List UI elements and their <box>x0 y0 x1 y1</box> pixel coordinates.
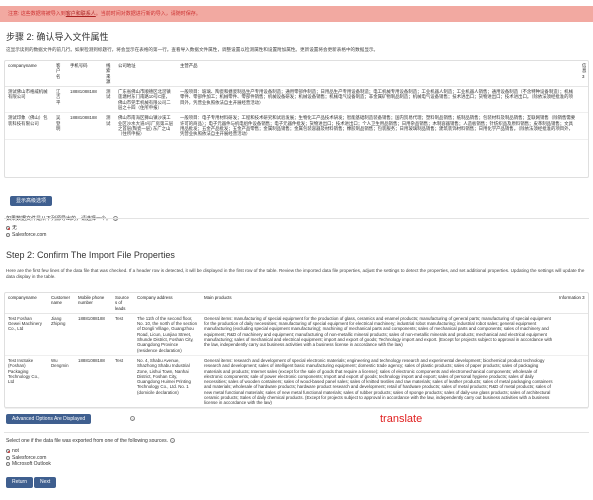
table-cell: 测试佛山市格威机械有限公司 <box>5 86 53 114</box>
radio-icon[interactable] <box>6 232 10 237</box>
radio-icon[interactable] <box>6 455 10 460</box>
table-cell: 佛山市南海区狮山镇沙溪工业区沙水大道4号厂房第三层之首层(陶瓷一层) 东广之山（… <box>115 112 177 140</box>
table-cell: Test <box>112 355 134 409</box>
table-cell: General items: manufacturing of special … <box>201 313 556 356</box>
column-header: companyname <box>5 61 53 88</box>
preview-table-en: companyname Customer name Mobile phone n… <box>4 292 589 409</box>
source-question-text: 如果数据文件是从下列源导出的，请选择一个。 <box>6 216 112 222</box>
step-title-en: Step 2: Confirm The Import File Properti… <box>6 250 175 260</box>
table-cell: 吴登明 <box>53 112 67 140</box>
table-cell: Test <box>112 313 134 356</box>
table-row: Test Foshan Gewei Machinery Co., Ltd Jia… <box>5 313 588 356</box>
table-cell: 18881088188 <box>75 355 112 409</box>
help-icon[interactable]: ? <box>130 416 135 422</box>
translate-annotation: translate <box>380 413 423 425</box>
section-divider <box>4 432 589 433</box>
table-cell: No. 4, Shabu Avenue, Shazhong Shabu Indu… <box>134 355 201 409</box>
section-divider <box>4 218 589 219</box>
table-cell: Jiang Zhiping <box>48 313 75 356</box>
table-cell: General items: research and development … <box>201 355 556 409</box>
warning-text-after: 。当前时间对数据进行新的导入，请随时保存。 <box>95 11 201 17</box>
column-header: companyname <box>5 293 48 314</box>
show-advanced-options-button-cn[interactable]: 显示高级选项 <box>10 196 53 206</box>
table-cell: 测试印象（佛山）包装科技有限公司 <box>5 112 53 140</box>
step-title-cn: 步骤 2: 确认导入文件属性 <box>6 32 109 42</box>
column-header: 公司地址 <box>115 61 177 88</box>
step-description-en: Here are the first few lines of the data… <box>6 268 585 279</box>
source-options-cn: 无 Salesforce.com <box>6 225 46 238</box>
column-header: 线索来源 <box>103 61 115 88</box>
column-header: Customer name <box>48 293 75 314</box>
table-cell: 18881088188 <box>75 313 112 356</box>
table-cell <box>556 355 588 409</box>
table-cell: 一般项目：电子专用材料研发；工程和技术研究和试验发展；生物化工产品技术研发；智能… <box>177 112 579 140</box>
next-button[interactable]: Next <box>34 477 57 488</box>
column-header: 信息3 <box>579 61 588 88</box>
radio-selected-icon[interactable] <box>6 226 10 231</box>
table-cell: 18881088188 <box>67 112 103 140</box>
source-option-salesforce[interactable]: Salesforce.com <box>6 232 46 239</box>
source-options-en: not Salesforce.com Microsoft Outlook <box>6 448 51 468</box>
help-icon[interactable]: ? <box>170 438 176 444</box>
column-header: Sources of leads <box>112 293 134 314</box>
table-cell: 一般项目：玻璃、陶瓷和搪瓷制品生产专用设备制造；通用零部件制造；日用品生产专用设… <box>177 86 579 114</box>
table-cell: 测试 <box>103 86 115 114</box>
table-cell: 18881088188 <box>67 86 103 114</box>
source-option-outlook[interactable]: Microsoft Outlook <box>6 461 51 468</box>
radio-icon[interactable] <box>6 462 10 467</box>
table-cell <box>579 112 588 140</box>
table-cell <box>579 86 588 114</box>
import-warning-banner: 注意: 这些数据将被导入到客户和联系人。当前时间对数据进行新的导入，请随时保存。 <box>0 6 593 22</box>
option-label: Salesforce.com <box>12 231 47 238</box>
radio-selected-icon[interactable] <box>6 449 10 454</box>
column-header: 主营产品 <box>177 61 579 88</box>
warning-text-before: 注意: 这些数据将被导入到 <box>8 11 66 17</box>
source-question-text: Select one if the data file was exported… <box>6 438 169 444</box>
table-cell: 江吉平 <box>53 86 67 114</box>
table-cell: 广东省佛山市顺德区北滘镇莲塘村东门南路10号C座，佛山市莞丰机械有限公司二层之十… <box>115 86 177 114</box>
return-button[interactable]: Return <box>6 477 34 488</box>
column-header: Information 3 <box>556 293 588 314</box>
option-label: Microsoft Outlook <box>12 461 51 467</box>
table-cell: Wu Dengmin <box>48 355 75 409</box>
warning-link[interactable]: 客户和联系人 <box>66 11 96 17</box>
table-row: 测试印象（佛山）包装科技有限公司 吴登明 18881088188 测试 佛山市南… <box>5 112 588 140</box>
column-header: 手机号码 <box>67 61 103 88</box>
table-row: Test InsSake (Foshan) Packaging Technolo… <box>5 355 588 409</box>
table-cell: Test Foshan Gewei Machinery Co., Ltd <box>5 313 48 356</box>
preview-table-cn: companyname 客户名 手机号码 线索来源 公司地址 主营产品 信息3 … <box>4 60 589 178</box>
table-header-row: companyname Customer name Mobile phone n… <box>5 293 588 314</box>
table-header-row: companyname 客户名 手机号码 线索来源 公司地址 主营产品 信息3 <box>5 61 588 88</box>
table-cell: The 11th of the second floor, No. 10, th… <box>134 313 201 356</box>
table-cell: 测试 <box>103 112 115 140</box>
column-header: 客户名 <box>53 61 67 88</box>
table-cell: Test InsSake (Foshan) Packaging Technolo… <box>5 355 48 409</box>
column-header: Main products <box>201 293 556 314</box>
column-header: Mobile phone number <box>75 293 112 314</box>
table-cell <box>556 313 588 356</box>
step-description-cn: 这显示读到的数据文件的前几行。如果检测到标题行，将会显示在表格的第一行。查看导入… <box>6 47 379 52</box>
advanced-options-button-en[interactable]: Advanced Options Are Displayed <box>6 414 92 424</box>
source-question-en: Select one if the data file was exported… <box>6 438 176 444</box>
column-header: Company address <box>134 293 201 314</box>
table-row: 测试佛山市格威机械有限公司 江吉平 18881088188 测试 广东省佛山市顺… <box>5 86 588 114</box>
